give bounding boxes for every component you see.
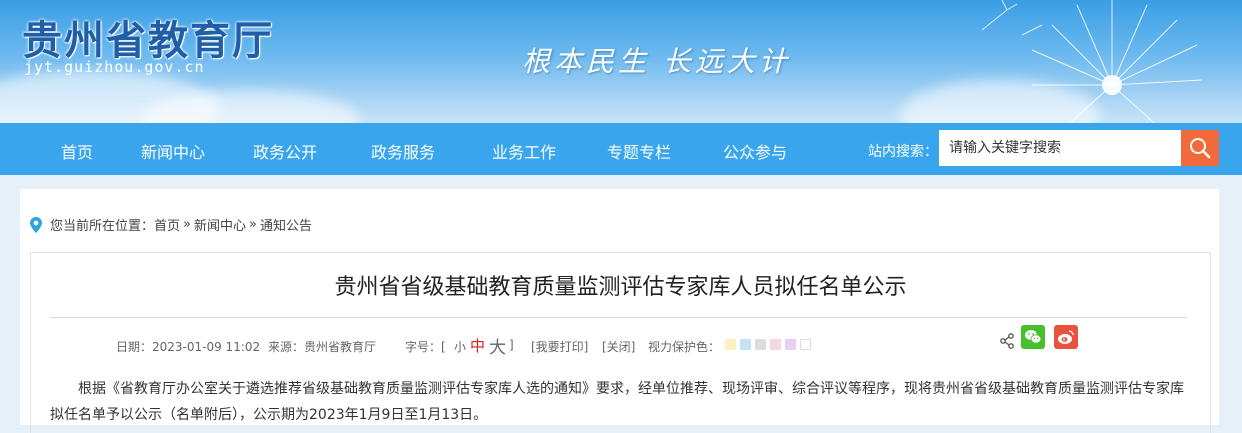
content-container: 您当前所在位置： 首页 » 新闻中心 » 通知公告 贵州省省级基础教育质量监测评… xyxy=(20,189,1219,433)
article-date: 日期：2023-01-09 11:02 xyxy=(116,340,261,354)
nav-item-government-affairs[interactable]: 政务公开 xyxy=(253,139,317,163)
article: 贵州省省级基础教育质量监测评估专家库人员拟任名单公示 日期：2023-01-09… xyxy=(30,252,1211,433)
font-size-bracket: ] xyxy=(509,338,514,352)
breadcrumb-prefix: 您当前所在位置： xyxy=(50,219,155,234)
site-slogan: 根本民生 长远大计 xyxy=(522,45,791,78)
close-button[interactable]: [关闭] xyxy=(602,338,635,355)
weibo-icon xyxy=(1058,330,1074,344)
print-button[interactable]: [我要打印] xyxy=(531,338,588,355)
eye-care-swatch-purple[interactable] xyxy=(785,339,796,350)
wechat-share-button[interactable] xyxy=(1021,325,1045,349)
search-button[interactable] xyxy=(1181,130,1219,166)
nav-item-public-participation[interactable]: 公众参与 xyxy=(723,139,787,163)
nav-item-news-center[interactable]: 新闻中心 xyxy=(141,139,205,163)
eye-care-swatch-gray[interactable] xyxy=(755,339,766,350)
eye-care-swatch-yellow[interactable] xyxy=(725,339,736,350)
breadcrumb-link-notices[interactable]: 通知公告 xyxy=(260,215,312,234)
search-label: 站内搜索： xyxy=(868,144,938,160)
eye-care-swatch-blue[interactable] xyxy=(740,339,751,350)
site-domain: jyt.guizhou.gov.cn xyxy=(24,58,205,76)
breadcrumb-link-home[interactable]: 首页 xyxy=(154,215,180,234)
search-icon xyxy=(1190,138,1211,159)
nav-item-special-topics[interactable]: 专题专栏 xyxy=(607,139,671,163)
eye-care-swatch-white[interactable] xyxy=(800,339,811,350)
weibo-share-button[interactable] xyxy=(1054,325,1078,349)
nav-item-business-work[interactable]: 业务工作 xyxy=(492,139,556,163)
font-size-small-button[interactable]: 小 xyxy=(454,338,466,355)
font-size-label: 字号：[ xyxy=(405,340,446,354)
article-title: 贵州省省级基础教育质量监测评估专家库人员拟任名单公示 xyxy=(334,275,907,300)
dandelion-decoration xyxy=(981,0,1203,123)
eye-care-swatches xyxy=(725,339,811,350)
breadcrumb-separator: » xyxy=(249,217,257,232)
nav-item-home[interactable]: 首页 xyxy=(61,139,93,163)
share-icon[interactable] xyxy=(999,333,1015,349)
location-pin-icon xyxy=(30,216,42,233)
article-meta: 日期：2023-01-09 11:02 来源：贵州省教育厅 字号：[ 小 中 大… xyxy=(31,325,1210,358)
font-size-medium-button[interactable]: 中 xyxy=(470,335,485,356)
article-source: 来源：贵州省教育厅 xyxy=(268,340,377,354)
nav-item-government-services[interactable]: 政务服务 xyxy=(371,139,435,163)
breadcrumb-link-news-center[interactable]: 新闻中心 xyxy=(194,215,246,234)
search-input[interactable] xyxy=(939,130,1189,166)
breadcrumb: 您当前所在位置： 首页 » 新闻中心 » 通知公告 xyxy=(30,215,312,234)
main-nav: 首页 新闻中心 政务公开 政务服务 业务工作 专题专栏 公众参与 站内搜索： xyxy=(0,123,1242,175)
article-body: 根据《省教育厅办公室关于遴选推荐省级基础教育质量监测评估专家库人选的通知》要求，… xyxy=(50,381,1184,423)
font-size-large-button[interactable]: 大 xyxy=(489,333,506,358)
wechat-icon xyxy=(1025,330,1042,344)
title-divider xyxy=(50,317,1187,318)
breadcrumb-separator: » xyxy=(183,217,191,232)
site-header: 贵州省教育厅 jyt.guizhou.gov.cn 根本民生 长远大计 xyxy=(0,0,1242,123)
eye-care-swatch-pink[interactable] xyxy=(770,339,781,350)
eye-care-label: 视力保护色： xyxy=(648,340,721,354)
